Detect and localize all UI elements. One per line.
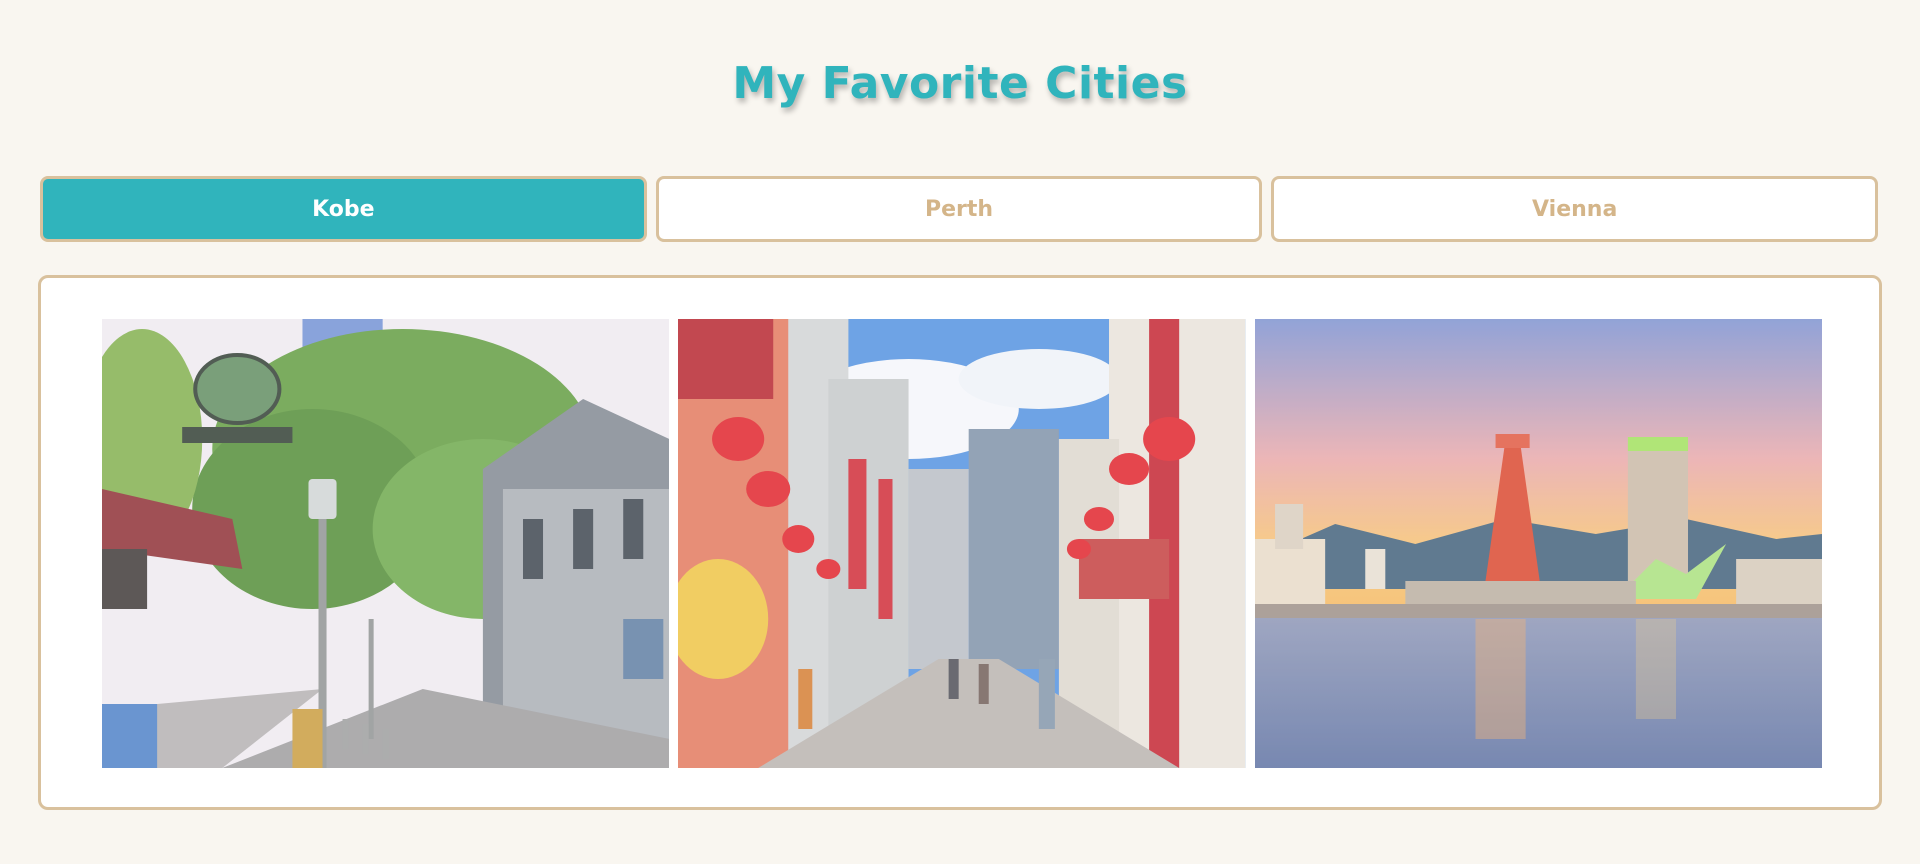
gallery-panel xyxy=(38,275,1882,810)
tab-kobe[interactable]: Kobe xyxy=(40,176,647,242)
tab-vienna[interactable]: Vienna xyxy=(1271,176,1879,242)
kobe-chinatown-photo xyxy=(678,319,1246,768)
tab-perth[interactable]: Perth xyxy=(655,176,1263,242)
photo-gallery xyxy=(102,319,1822,768)
page: My Favorite Cities Kobe Perth Vienna xyxy=(0,0,1920,864)
city-tabs: Kobe Perth Vienna xyxy=(40,176,1879,242)
kobe-harbor-photo xyxy=(1254,319,1822,768)
kobe-street-photo xyxy=(102,319,670,768)
page-title: My Favorite Cities xyxy=(732,58,1188,109)
